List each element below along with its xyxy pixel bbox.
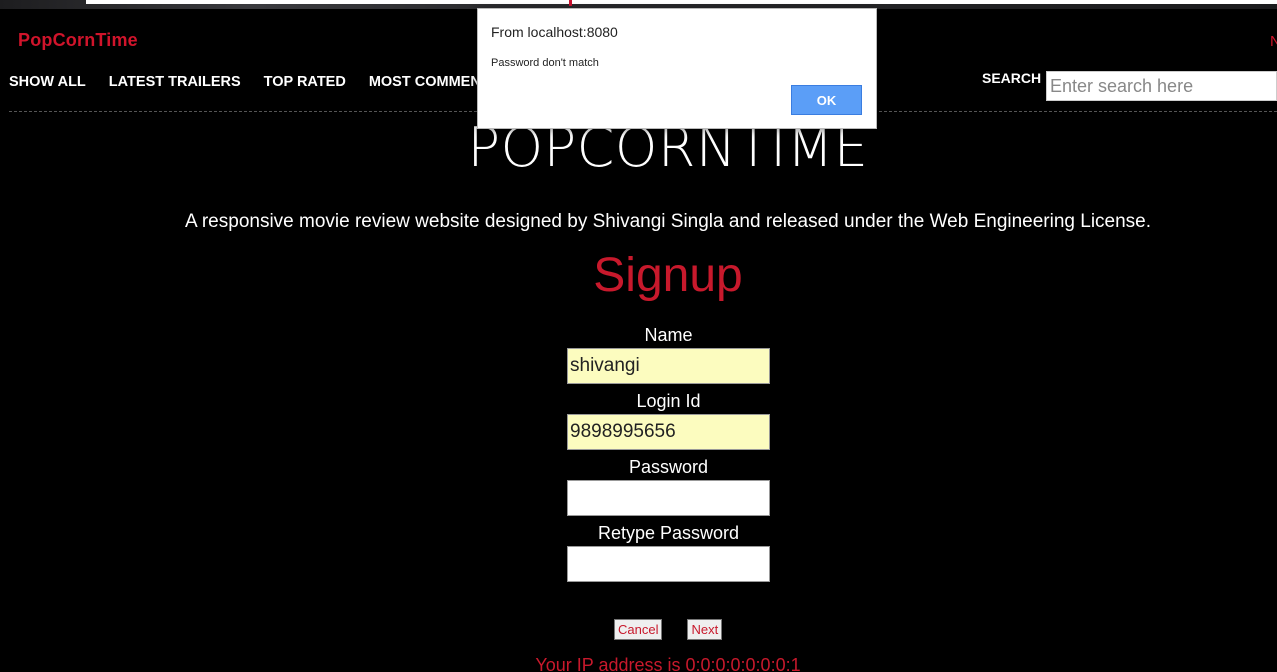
retype-password-label: Retype Password — [597, 523, 740, 543]
signup-heading: Signup — [593, 249, 743, 302]
next-button[interactable]: Next — [687, 619, 723, 640]
ip-address-text: Your IP address is 0:0:0:0:0:0:0:1 — [535, 655, 801, 672]
signup-form: Name Login Id Password Retype Password — [567, 322, 770, 586]
dialog-message: Password don't match — [491, 57, 599, 69]
site-brand[interactable]: PopCornTime — [18, 30, 138, 51]
name-label: Name — [644, 325, 693, 345]
retype-password-field[interactable] — [567, 546, 770, 582]
password-label: Password — [628, 457, 709, 477]
dialog-origin: From localhost:8080 — [491, 24, 618, 40]
nav-item-show-all[interactable]: SHOW ALL — [9, 74, 86, 90]
nav-item-top-rated[interactable]: TOP RATED — [264, 74, 346, 90]
main-nav: SHOW ALL LATEST TRAILERS TOP RATED MOST … — [9, 74, 533, 90]
top-right-link[interactable]: N — [1270, 33, 1277, 50]
hero-tagline: A responsive movie review website design… — [184, 211, 1152, 232]
nav-item-latest-trailers[interactable]: LATEST TRAILERS — [109, 74, 241, 90]
search-label: SEARCH — [982, 70, 1042, 86]
address-bar-edge — [86, 0, 1277, 4]
dialog-ok-button[interactable]: OK — [791, 85, 862, 115]
tab-indicator — [569, 0, 572, 6]
login-id-field[interactable] — [567, 414, 770, 450]
cancel-button[interactable]: Cancel — [614, 619, 663, 640]
alert-dialog: From localhost:8080 Password don't match… — [477, 8, 877, 129]
name-field[interactable] — [567, 348, 770, 384]
password-field[interactable] — [567, 480, 770, 516]
search-input[interactable] — [1046, 71, 1277, 101]
login-id-label: Login Id — [636, 391, 701, 411]
form-buttons: Cancel Next — [614, 619, 723, 640]
